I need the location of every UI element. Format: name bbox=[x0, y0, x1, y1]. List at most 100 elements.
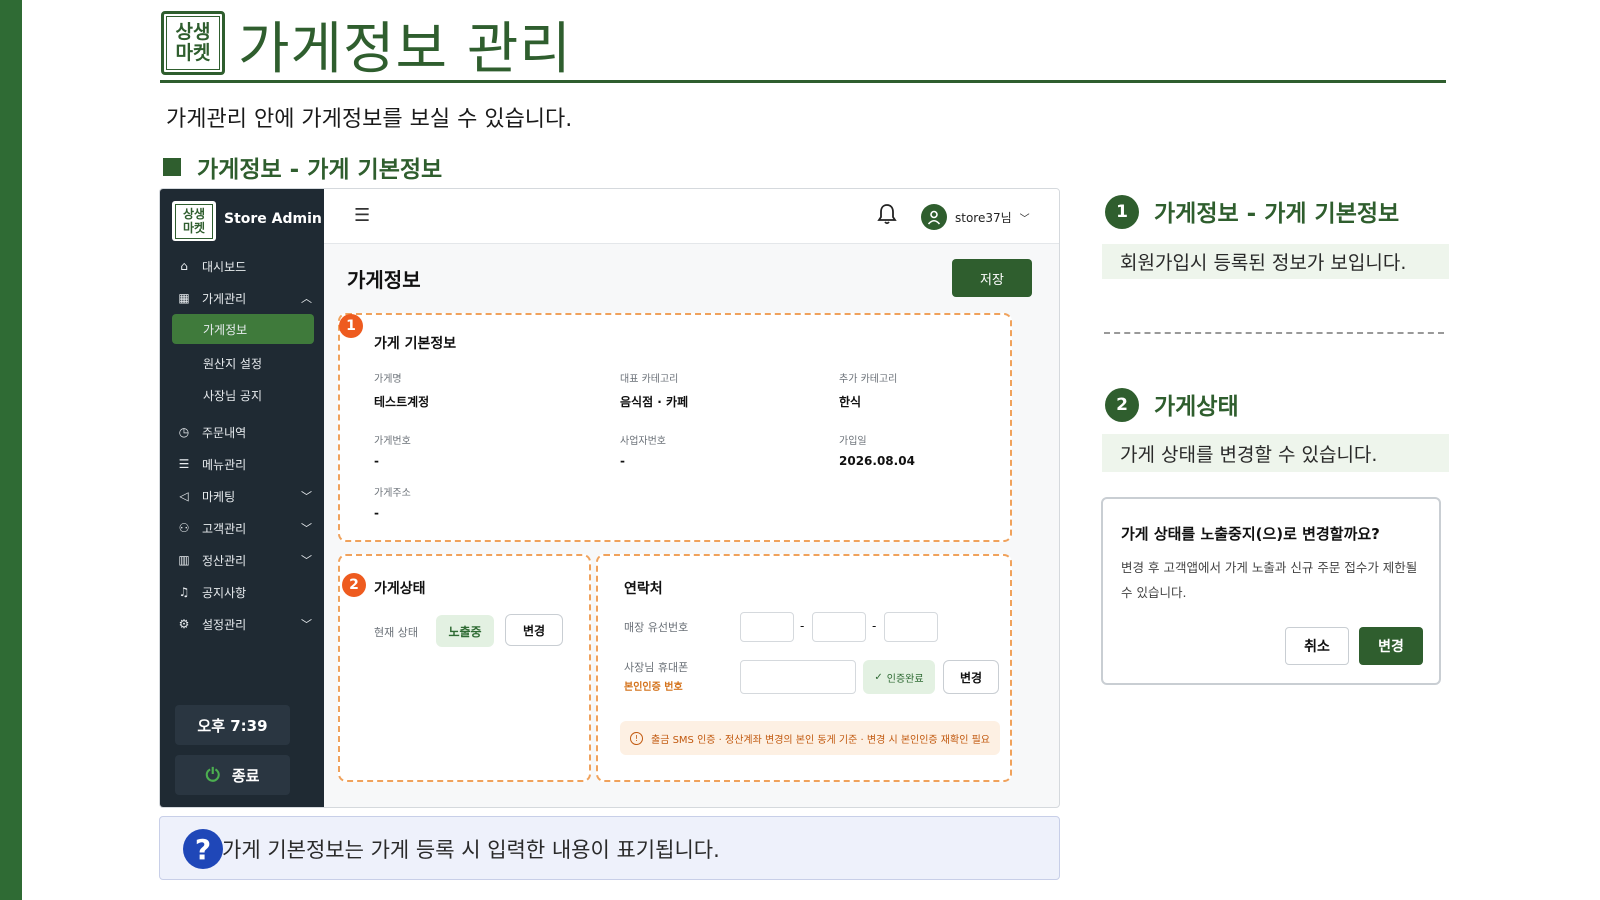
user-menu[interactable]: store37님 ﹀ bbox=[921, 204, 1030, 230]
sidebar-item-notices[interactable]: ♫ 공지사항 bbox=[176, 579, 312, 605]
title-divider bbox=[160, 80, 1446, 83]
step2-heading: 가게상태 bbox=[1154, 394, 1239, 420]
field-label-biz-number: 사업자번호 bbox=[620, 436, 666, 447]
sidebar-item-label: 정산관리 bbox=[202, 553, 247, 568]
field-value-store-name: 테스트계정 bbox=[374, 395, 430, 409]
landline-label: 매장 유선번호 bbox=[624, 621, 689, 634]
sidebar-item-settlement[interactable]: ▥ 정산관리 ﹀ bbox=[176, 547, 312, 573]
current-status-label: 현재 상태 bbox=[374, 626, 418, 639]
dialog-cancel-button[interactable]: 취소 bbox=[1285, 627, 1349, 665]
hamburger-menu-icon[interactable]: ☰ bbox=[354, 205, 370, 226]
gear-icon: ⚙ bbox=[178, 617, 190, 631]
field-value-store-number: - bbox=[374, 454, 379, 468]
mobile-change-button[interactable]: 변경 bbox=[943, 660, 999, 694]
sidebar-subitem-store-info[interactable]: 가게정보 bbox=[172, 314, 314, 344]
field-value-join-date: 2026.08.04 bbox=[839, 454, 915, 468]
field-label-extra-category: 추가 카테고리 bbox=[839, 374, 898, 385]
top-bar: ☰ store37님 ﹀ bbox=[324, 189, 1059, 244]
verified-label: 인증완료 bbox=[886, 673, 924, 685]
user-icon bbox=[927, 210, 941, 225]
megaphone-icon: ◁ bbox=[179, 489, 189, 503]
sidebar-item-store-management[interactable]: ▦ 가게관리 ︿ bbox=[176, 285, 312, 311]
status-change-dialog: 가게 상태를 노출중지(으)로 변경할까요? 변경 후 고객앱에서 가게 노출과… bbox=[1101, 497, 1441, 685]
exit-label: 종료 bbox=[231, 766, 260, 785]
phone-separator: - bbox=[872, 619, 877, 633]
sidebar-item-label: 가게관리 bbox=[202, 291, 247, 306]
sidebar-item-orders[interactable]: ◷ 주문내역 bbox=[176, 419, 312, 445]
mobile-verification-note: 본인인증 번호 bbox=[624, 682, 683, 693]
step-number-1: 1 bbox=[1105, 195, 1139, 229]
chevron-down-icon: ﹀ bbox=[301, 554, 312, 567]
sidebar-item-label: 마케팅 bbox=[202, 489, 236, 504]
field-label-join-date: 가입일 bbox=[839, 436, 867, 447]
sidebar-subitem-origin-settings[interactable]: 원산지 설정 bbox=[172, 348, 314, 378]
sidebar-item-label: 설정관리 bbox=[202, 617, 247, 632]
mobile-input[interactable] bbox=[740, 660, 856, 694]
notification-bell-icon[interactable] bbox=[877, 203, 897, 225]
exit-button[interactable]: ⏻ 종료 bbox=[175, 755, 290, 795]
status-change-button[interactable]: 변경 bbox=[505, 614, 563, 646]
landline-input-part1[interactable] bbox=[740, 612, 794, 642]
logo-text-line1: 상생 bbox=[175, 21, 211, 43]
step-badge-2: 2 bbox=[342, 573, 366, 597]
status-badge: 노출중 bbox=[436, 615, 494, 647]
verified-badge: ✓ 인증완료 bbox=[863, 660, 935, 694]
store-icon: ▦ bbox=[178, 291, 190, 305]
save-button[interactable]: 저장 bbox=[952, 259, 1032, 297]
notice-text: 출금 SMS 인증 · 정산계좌 변경의 본인 동게 기준 · 변경 시 본인인… bbox=[651, 734, 990, 746]
clock-icon: ◷ bbox=[178, 425, 190, 439]
chevron-down-icon: ﹀ bbox=[1019, 213, 1030, 225]
chevron-up-icon: ︿ bbox=[301, 292, 312, 305]
sidebar-item-label: 공지사항 bbox=[202, 585, 247, 600]
store-admin-screenshot: 상생 마켓 Store Admin ⌂ 대시보드 ▦ 가게관리 ︿ 가게정보 원… bbox=[159, 188, 1060, 808]
chevron-down-icon: ﹀ bbox=[301, 490, 312, 503]
dialog-confirm-button[interactable]: 변경 bbox=[1359, 627, 1423, 665]
basic-info-title: 가게 기본정보 bbox=[374, 336, 457, 352]
dashed-divider bbox=[1104, 332, 1444, 334]
sidebar-item-marketing[interactable]: ◁ 마케팅 ﹀ bbox=[176, 483, 312, 509]
sidebar-subitem-owner-notice[interactable]: 사장님 공지 bbox=[172, 380, 314, 410]
section-title: 가게정보 - 가게 기본정보 bbox=[197, 157, 443, 183]
landline-input-part2[interactable] bbox=[812, 612, 866, 642]
field-value-main-category: 음식점 · 카페 bbox=[620, 395, 689, 409]
power-icon: ⏻ bbox=[205, 764, 220, 786]
chevron-down-icon: ﹀ bbox=[301, 522, 312, 535]
users-icon: ⚇ bbox=[178, 521, 190, 535]
field-value-address: - bbox=[374, 506, 379, 520]
sidebar-logo[interactable]: 상생 마켓 bbox=[172, 201, 216, 241]
step1-heading: 가게정보 - 가게 기본정보 bbox=[1154, 201, 1400, 227]
sangsaeng-market-logo: 상생 마켓 bbox=[161, 11, 225, 75]
logo-text-line2: 마켓 bbox=[175, 42, 211, 64]
question-icon: ? bbox=[183, 829, 223, 869]
sidebar-item-menu[interactable]: ☰ 메뉴관리 bbox=[176, 451, 312, 477]
field-label-store-name: 가게명 bbox=[374, 374, 402, 385]
sidebar-item-label: 주문내역 bbox=[202, 425, 247, 440]
sidebar-item-label: 고객관리 bbox=[202, 521, 247, 536]
step-badge-1: 1 bbox=[339, 314, 363, 338]
field-label-main-category: 대표 카테고리 bbox=[620, 374, 679, 385]
content-title: 가게정보 bbox=[347, 268, 421, 292]
brand-name: Store Admin bbox=[224, 211, 322, 227]
landline-input-part3[interactable] bbox=[884, 612, 938, 642]
bell-icon: ♫ bbox=[178, 585, 190, 599]
basic-info-card: 가게 기본정보 가게명 테스트계정 대표 카테고리 음식점 · 카페 추가 카테… bbox=[338, 313, 1012, 542]
list-icon: ☰ bbox=[178, 457, 190, 471]
field-value-biz-number: - bbox=[620, 454, 625, 468]
home-icon: ⌂ bbox=[180, 259, 188, 273]
sidebar-logo-line1: 상생 bbox=[182, 207, 206, 221]
sidebar-item-dashboard[interactable]: ⌂ 대시보드 bbox=[176, 253, 312, 279]
step2-description: 가게 상태를 변경할 수 있습니다. bbox=[1102, 434, 1449, 472]
step1-description: 회원가입시 등록된 정보가 보입니다. bbox=[1102, 244, 1449, 279]
field-label-address: 가게주소 bbox=[374, 488, 411, 499]
dialog-body: 변경 후 고객앱에서 가게 노출과 신규 주문 접수가 제한될 수 있습니다. bbox=[1121, 560, 1418, 600]
sidebar-item-settings[interactable]: ⚙ 설정관리 ﹀ bbox=[176, 611, 312, 637]
square-bullet-icon bbox=[163, 158, 181, 176]
sidebar-item-label: 대시보드 bbox=[202, 259, 247, 274]
check-icon: ✓ bbox=[874, 671, 883, 683]
sidebar-item-customers[interactable]: ⚇ 고객관리 ﹀ bbox=[176, 515, 312, 541]
store-status-card: 가게상태 현재 상태 노출중 변경 bbox=[338, 554, 591, 782]
step-number-2: 2 bbox=[1105, 388, 1139, 422]
chevron-down-icon: ﹀ bbox=[301, 618, 312, 631]
field-label-store-number: 가게번호 bbox=[374, 436, 411, 447]
dialog-question: 가게 상태를 노출중지(으)로 변경할까요? bbox=[1121, 525, 1380, 543]
